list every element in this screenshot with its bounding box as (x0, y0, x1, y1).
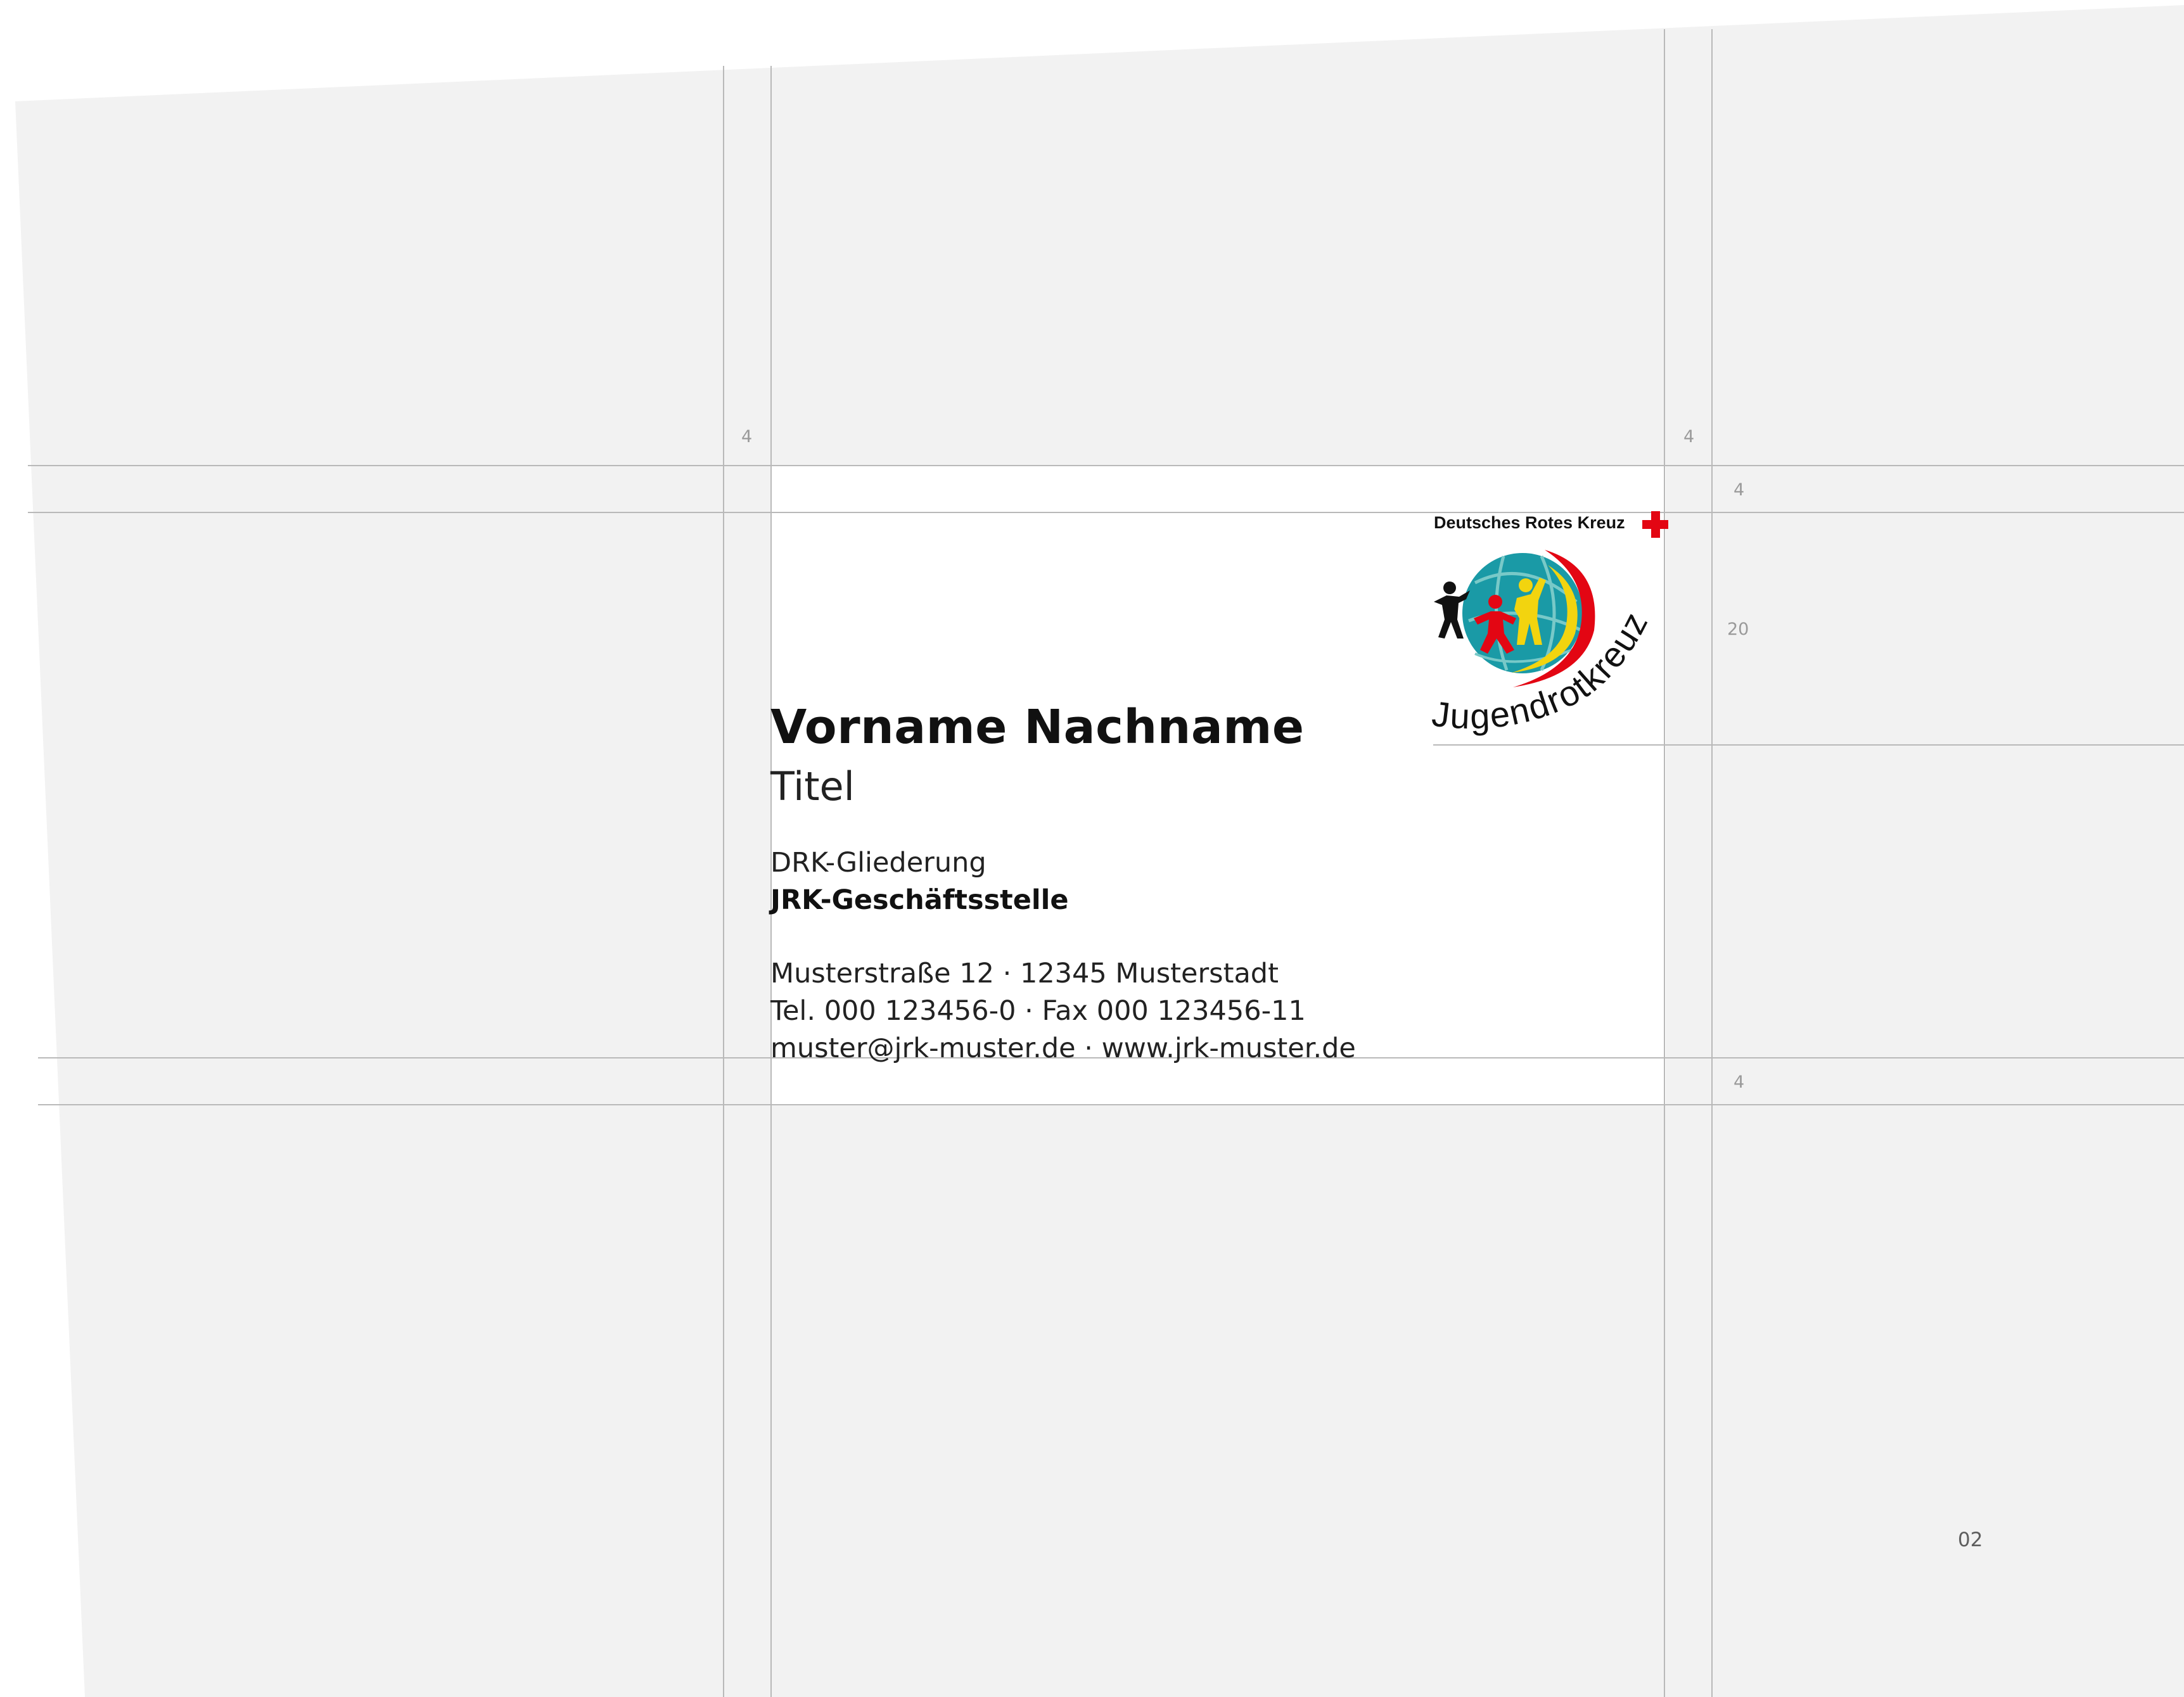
person-title: Titel (770, 763, 855, 810)
dimension-label-logo-height: 20 (1727, 620, 1749, 639)
organization: DRK-Gliederung (770, 847, 987, 879)
red-cross-icon (1642, 511, 1668, 538)
dimension-label-bottom-margin: 4 (1734, 1072, 1745, 1092)
jrk-logo: Deutsches Rotes Kreuz Jugendrotkreuz (1431, 511, 1668, 736)
guide-vertical-outer-left (723, 66, 724, 1697)
page-number: 02 (1958, 1529, 1983, 1551)
dimension-label-right: 4 (1683, 427, 1695, 447)
address-line: Musterstraße 12 · 12345 Musterstadt (770, 958, 1279, 989)
guide-vertical-inner-left (770, 66, 772, 1697)
guide-vertical-outer-right (1711, 29, 1713, 1697)
guide-vertical-inner-right (1664, 29, 1665, 1697)
guide-horizontal-trim-top (28, 465, 2184, 466)
office-name: JRK-Geschäftsstelle (770, 884, 1069, 916)
guide-horizontal-margin-top (28, 512, 2184, 513)
dimension-label-left: 4 (741, 427, 753, 447)
person-name: Vorname Nachname (770, 700, 1305, 754)
phone-fax-line: Tel. 000 123456-0 · Fax 000 123456-11 (770, 995, 1306, 1027)
layout-stage: 4 4 4 20 4 02 Vorname Nachname Titel DRK… (0, 0, 2184, 1697)
guide-horizontal-trim-bottom (38, 1104, 2184, 1105)
dimension-label-top-margin: 4 (1734, 480, 1745, 500)
drk-org-name: Deutsches Rotes Kreuz (1434, 513, 1625, 532)
email-web-line: muster@jrk-muster.de · www.jrk-muster.de (770, 1033, 1356, 1064)
